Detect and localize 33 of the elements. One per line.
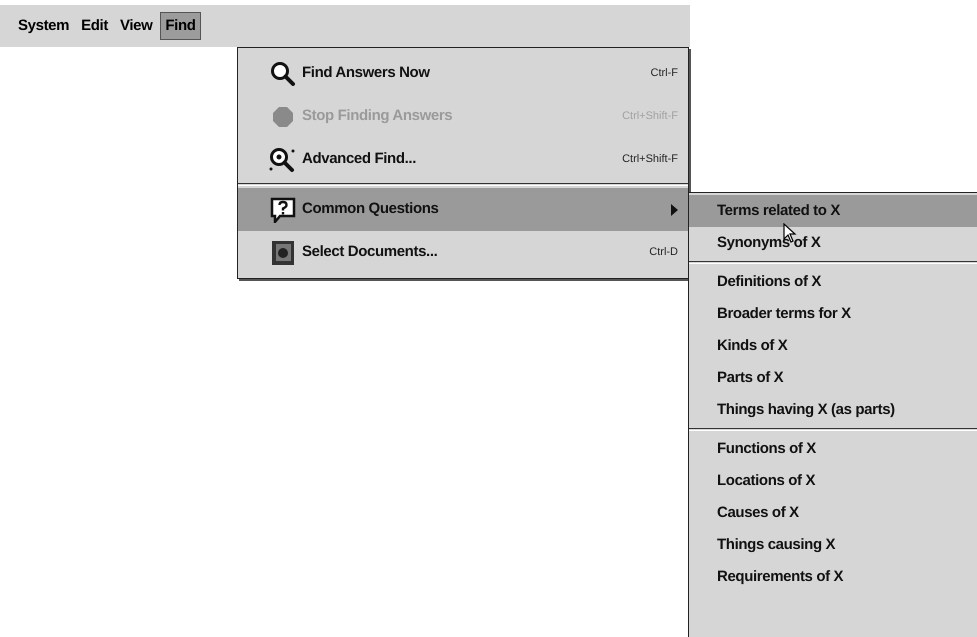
submenu-item[interactable]: Terms related to X <box>689 195 977 227</box>
menu-item-label: Stop Finding Answers <box>302 106 452 126</box>
submenu-item[interactable]: Requirements of X <box>689 561 977 593</box>
document-book-icon <box>271 240 295 266</box>
stop-icon <box>272 106 294 128</box>
menu-item-label: Find Answers Now <box>302 63 430 84</box>
submenu-item[interactable]: Synonyms of X <box>689 227 977 259</box>
submenu-item[interactable]: Locations of X <box>689 465 977 497</box>
menu-item-label: Select Documents... <box>302 242 438 262</box>
submenu-item[interactable]: Kinds of X <box>689 330 977 362</box>
menu-item[interactable]: Common Questions <box>238 188 688 231</box>
submenu-item[interactable]: Things having X (as parts) <box>689 394 977 426</box>
menu-bar-item[interactable]: View <box>116 12 156 40</box>
menu-item[interactable]: Advanced Find... Ctrl+Shift-F <box>238 138 688 181</box>
shortcut-text: Ctrl-D <box>649 245 678 260</box>
menu-bar-item[interactable]: Find <box>160 12 201 40</box>
menu-item-label: Common Questions <box>302 199 439 220</box>
search-sparkle-icon <box>269 146 297 172</box>
submenu-item[interactable]: Parts of X <box>689 362 977 394</box>
submenu-item[interactable]: Functions of X <box>689 433 977 465</box>
submenu-item[interactable]: Causes of X <box>689 497 977 529</box>
menu-item-label: Advanced Find... <box>302 149 416 170</box>
submenu-item[interactable]: Things causing X <box>689 529 977 561</box>
submenu-item[interactable]: Broader terms for X <box>689 298 977 330</box>
menu-bar-item[interactable]: Edit <box>77 12 112 40</box>
question-bubble-icon <box>270 196 296 222</box>
shortcut-text: Ctrl-F <box>650 66 678 82</box>
submenu-item[interactable]: Definitions of X <box>689 266 977 298</box>
shortcut-text: Ctrl+Shift-F <box>622 152 678 168</box>
menu-item[interactable]: Select Documents... Ctrl-D <box>238 231 688 274</box>
search-icon <box>270 60 296 86</box>
menu-bar-item[interactable]: System <box>14 12 74 40</box>
menu-item[interactable]: Find Answers Now Ctrl-F <box>238 52 688 95</box>
